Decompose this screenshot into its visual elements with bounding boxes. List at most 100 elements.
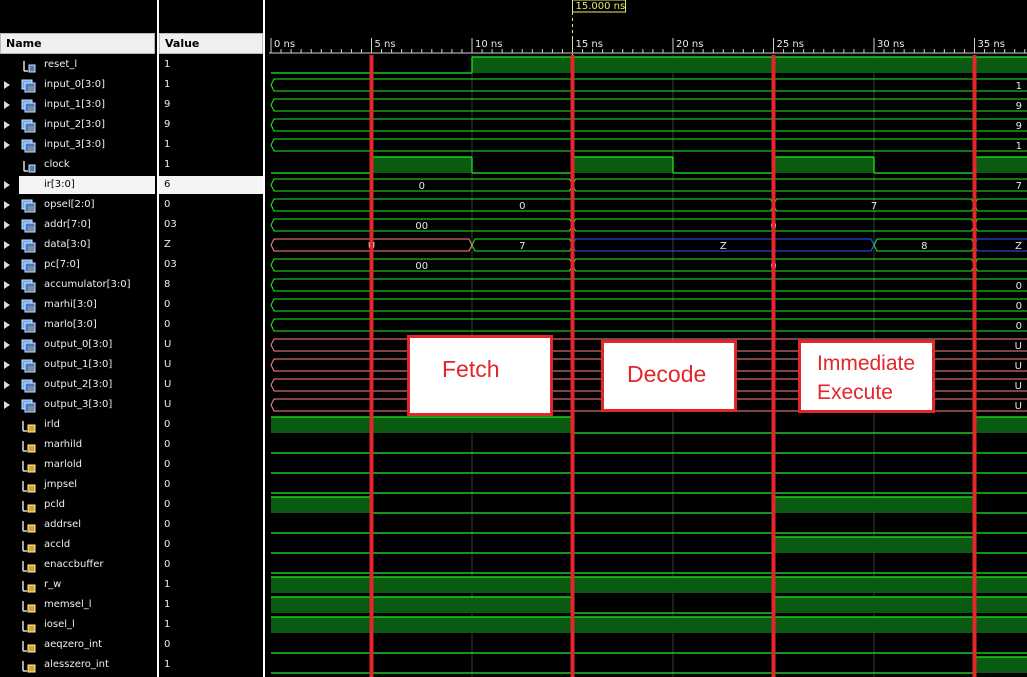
expand-arrow-icon[interactable]	[4, 301, 10, 309]
signal-row[interactable]: opsel[2:0]	[0, 195, 155, 215]
signal-value-text: 1	[164, 579, 171, 590]
signal-row[interactable]: clock	[0, 155, 155, 175]
signal-row[interactable]: memsel_l	[0, 595, 155, 615]
signal-value-text: 1	[164, 659, 171, 670]
signal-row[interactable]: irld	[0, 415, 155, 435]
expand-arrow-icon[interactable]	[4, 181, 10, 189]
expand-arrow-icon[interactable]	[4, 361, 10, 369]
signal-value: U	[159, 335, 263, 355]
expand-arrow-icon[interactable]	[4, 221, 10, 229]
bus-segment	[973, 218, 1027, 232]
bus-value-label: 1	[1016, 141, 1022, 152]
signal-row[interactable]: input_3[3:0]	[0, 135, 155, 155]
signal-row[interactable]: addrsel	[0, 515, 155, 535]
phase-marker-line	[570, 55, 575, 677]
signal-name: marlo[3:0]	[44, 319, 97, 330]
panel-divider[interactable]	[263, 0, 265, 677]
bit-signal-icon	[21, 598, 36, 613]
signal-value: 0	[159, 195, 263, 215]
bus-value-label: 0	[519, 201, 525, 212]
expand-arrow-icon[interactable]	[4, 141, 10, 149]
bus-segment	[270, 98, 1027, 112]
signal-row[interactable]: marhi[3:0]	[0, 295, 155, 315]
signal-row[interactable]: output_1[3:0]	[0, 355, 155, 375]
bit-signal-icon	[21, 538, 36, 553]
expand-arrow-icon[interactable]	[4, 401, 10, 409]
signal-name: addrsel	[44, 519, 82, 530]
bus-signal-icon	[21, 298, 36, 313]
bus-value-label: 9	[1016, 101, 1022, 112]
signal-row[interactable]: input_2[3:0]	[0, 115, 155, 135]
signal-value: 0	[159, 555, 263, 575]
signal-value: 6	[159, 175, 263, 195]
bus-signal-icon	[21, 338, 36, 353]
signal-value-text: 03	[164, 219, 177, 230]
signal-row[interactable]: ir[3:0]	[0, 175, 155, 195]
signal-row[interactable]: output_3[3:0]	[0, 395, 155, 415]
signal-row[interactable]: aeqzero_int	[0, 635, 155, 655]
bus-signal-icon	[21, 398, 36, 413]
bus-signal-icon	[21, 238, 36, 253]
expand-arrow-icon[interactable]	[4, 281, 10, 289]
expand-arrow-icon[interactable]	[4, 241, 10, 249]
expand-arrow-icon[interactable]	[4, 201, 10, 209]
expand-arrow-icon[interactable]	[4, 341, 10, 349]
bus-value-label: 7	[1016, 181, 1022, 192]
signal-row[interactable]: accld	[0, 535, 155, 555]
signal-row[interactable]: marhild	[0, 435, 155, 455]
bit-signal-icon	[21, 458, 36, 473]
phase-box-fetch: Fetch	[407, 335, 553, 416]
signal-row[interactable]: accumulator[3:0]	[0, 275, 155, 295]
signal-value-text: 9	[164, 99, 171, 110]
signal-name: pcld	[44, 499, 65, 510]
value-column-header[interactable]: Value	[159, 33, 263, 54]
signal-name: opsel[2:0]	[44, 199, 95, 210]
signal-row[interactable]: reset_l	[0, 55, 155, 75]
signal-value-text: 0	[164, 439, 171, 450]
expand-arrow-icon[interactable]	[4, 101, 10, 109]
signal-row[interactable]: output_0[3:0]	[0, 335, 155, 355]
signal-row[interactable]: pc[7:0]	[0, 255, 155, 275]
signal-row[interactable]: jmpsel	[0, 475, 155, 495]
signal-row[interactable]: iosel_l	[0, 615, 155, 635]
bit-signal-icon	[21, 58, 36, 73]
signal-row[interactable]: alesszero_int	[0, 655, 155, 675]
signal-row[interactable]: data[3:0]	[0, 235, 155, 255]
signal-row[interactable]: input_0[3:0]	[0, 75, 155, 95]
signal-row[interactable]: r_w	[0, 575, 155, 595]
signal-value-text: 1	[164, 159, 171, 170]
signal-name: reset_l	[44, 59, 78, 70]
bit-high-fill	[974, 417, 1027, 433]
expand-arrow-icon[interactable]	[4, 321, 10, 329]
expand-arrow-icon[interactable]	[4, 381, 10, 389]
signal-row[interactable]: input_1[3:0]	[0, 95, 155, 115]
expand-arrow-icon[interactable]	[4, 81, 10, 89]
waveform-viewer[interactable]: 0 ns 5 ns 10 ns 15 ns 20 ns 25 ns 30 ns 35 ns 15…	[269, 0, 1027, 677]
signal-value-text: 0	[164, 559, 171, 570]
bus-segment	[270, 138, 1027, 152]
bus-value-label: 1	[1016, 81, 1022, 92]
name-column-header[interactable]: Name	[0, 33, 155, 54]
bus-value-label: 0	[1016, 281, 1022, 292]
expand-arrow-icon[interactable]	[4, 121, 10, 129]
signal-row[interactable]: enaccbuffer	[0, 555, 155, 575]
signal-row[interactable]: marlo[3:0]	[0, 315, 155, 335]
signal-row[interactable]: pcld	[0, 495, 155, 515]
signal-value: 1	[159, 655, 263, 675]
signal-value-text: 0	[164, 199, 171, 210]
bus-signal-icon	[21, 258, 36, 273]
signal-name: alesszero_int	[44, 659, 109, 670]
signal-name: jmpsel	[44, 479, 78, 490]
bus-segment	[973, 258, 1027, 272]
signal-row[interactable]: marlold	[0, 455, 155, 475]
signal-row[interactable]: addr[7:0]	[0, 215, 155, 235]
signal-name: input_0[3:0]	[44, 79, 105, 90]
bit-high-fill	[472, 57, 1027, 73]
signal-name: addr[7:0]	[44, 219, 91, 230]
signal-value-text: 0	[164, 499, 171, 510]
bit-high-fill	[773, 597, 1027, 613]
signal-row[interactable]: output_2[3:0]	[0, 375, 155, 395]
signal-name: input_1[3:0]	[44, 99, 105, 110]
expand-arrow-icon[interactable]	[4, 261, 10, 269]
bit-signal-icon	[21, 658, 36, 673]
